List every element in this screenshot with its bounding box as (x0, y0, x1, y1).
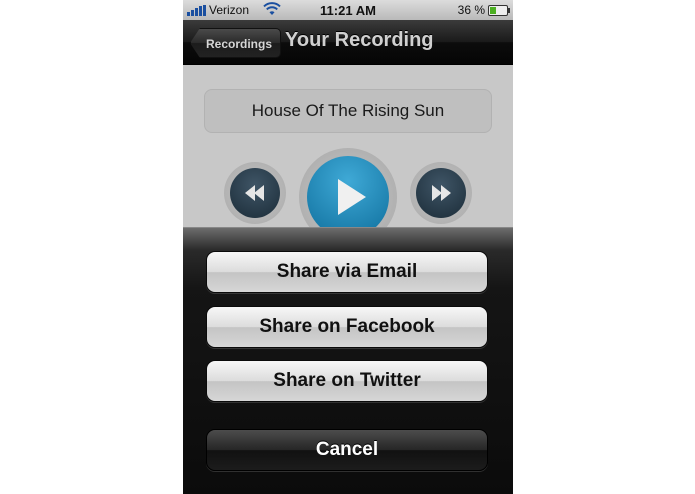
share-action-sheet: Share via Email Share on Facebook Share … (183, 227, 513, 494)
page-title: Your Recording (285, 29, 434, 51)
status-bar: Verizon 11:21 AM 36 % (183, 0, 513, 20)
song-title: House Of The Rising Sun (204, 89, 492, 133)
share-email-button[interactable]: Share via Email (206, 251, 488, 293)
cancel-button[interactable]: Cancel (206, 429, 488, 471)
player-panel: House Of The Rising Sun (183, 65, 513, 246)
share-twitter-button[interactable]: Share on Twitter (206, 360, 488, 402)
rewind-icon (245, 185, 264, 201)
battery-level (490, 7, 496, 14)
battery-icon (488, 5, 510, 16)
rewind-button[interactable] (224, 162, 286, 224)
fast-forward-icon (432, 185, 451, 201)
back-button[interactable]: Recordings (190, 28, 282, 58)
fast-forward-button[interactable] (410, 162, 472, 224)
share-facebook-button[interactable]: Share on Facebook (206, 306, 488, 348)
play-icon (338, 179, 366, 215)
battery-percent: 36 % (457, 3, 485, 17)
navigation-bar: Recordings Your Recording (183, 20, 513, 65)
phone-screen: Verizon 11:21 AM 36 % Recordings Your Re… (183, 0, 513, 494)
